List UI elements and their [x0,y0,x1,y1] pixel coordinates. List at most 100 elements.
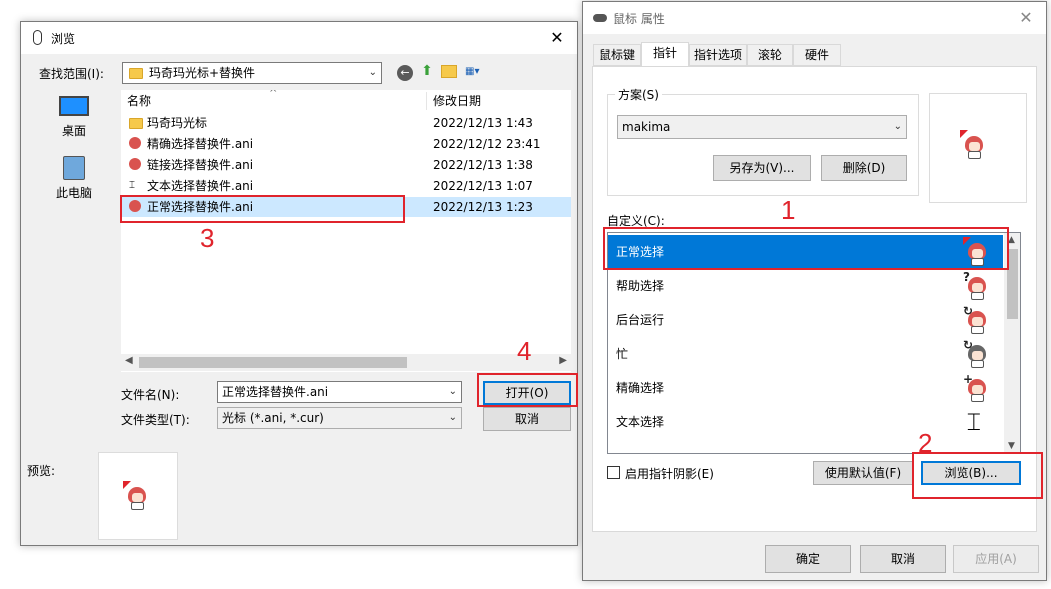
lookin-value: 玛奇玛光标+替换件 [149,66,256,80]
tab-hardware[interactable]: 硬件 [793,44,841,66]
tab-panel: 方案(S) makima ⌄ 另存为(V)... 删除(D) 自定义(C): 正… [592,66,1037,532]
ok-button[interactable]: 确定 [765,545,851,573]
working-in-background-cursor-icon: ↻ [963,305,991,335]
tab-pointers[interactable]: 指针 [641,42,689,67]
cursor-name: 帮助选择 [616,279,665,293]
file-name: 精确选择替换件.ani [147,137,254,151]
computer-icon [63,156,85,180]
apply-button: 应用(A) [953,545,1039,573]
delete-button[interactable]: 删除(D) [821,155,907,181]
scheme-value: makima [622,120,671,134]
filename-label: 文件名(N): [121,388,180,402]
save-as-button[interactable]: 另存为(V)... [713,155,811,181]
vertical-scrollbar[interactable]: ▲ ▼ [1004,233,1020,453]
file-row[interactable]: 玛奇玛光标 2022/12/13 1:43 [121,113,571,133]
file-row[interactable]: 链接选择替换件.ani 2022/12/13 1:38 [121,155,571,175]
file-row[interactable]: 精确选择替换件.ani 2022/12/12 23:41 [121,134,571,154]
mouse-icon [33,30,42,45]
cursor-row[interactable]: 忙 ↻ [608,337,1003,371]
scroll-right-icon[interactable]: ▶ [559,355,567,366]
place-this-pc-label: 此电脑 [55,186,92,200]
file-row-selected[interactable]: 正常选择替换件.ani 2022/12/13 1:23 [121,197,571,217]
cursor-row-selected[interactable]: 正常选择 [608,235,1003,269]
lookin-label: 查找范围(I): [39,67,104,81]
cursor-name: 精确选择 [616,381,665,395]
browse-button[interactable]: 浏览(B)... [921,461,1021,485]
place-this-pc[interactable]: 此电脑 [39,156,109,206]
precision-select-cursor-icon: + [963,373,991,403]
use-default-button[interactable]: 使用默认值(F) [813,461,913,485]
file-name: 链接选择替换件.ani [147,158,254,172]
file-name: 玛奇玛光标 [147,116,208,130]
filetype-label: 文件类型(T): [121,413,190,427]
cursor-name: 后台运行 [616,313,665,327]
cursor-name: 正常选择 [616,245,665,259]
horizontal-scrollbar[interactable]: ◀ ▶ [121,354,571,371]
file-row[interactable]: ⌶ 文本选择替换件.ani 2022/12/13 1:07 [121,176,571,196]
chevron-down-icon: ⌄ [893,121,902,132]
scroll-up-icon[interactable]: ▲ [1008,235,1015,245]
file-date: 2022/12/13 1:38 [433,158,533,172]
props-close-button[interactable]: ✕ [1014,6,1038,30]
column-date[interactable]: 修改日期 [433,90,481,112]
desktop-icon [59,96,89,116]
scheme-dropdown[interactable]: makima ⌄ [617,115,907,139]
scheme-label: 方案(S) [615,86,662,103]
scroll-down-icon[interactable]: ▼ [1008,441,1015,451]
cursor-row[interactable]: 帮助选择 ? [608,269,1003,303]
back-icon[interactable]: ← [397,65,413,81]
scrollbar-thumb[interactable] [1007,249,1018,319]
preview-cursor-icon [123,481,151,511]
preview-box [98,452,178,540]
filetype-dropdown[interactable]: 光标 (*.ani, *.cur) ⌄ [217,407,462,429]
normal-select-cursor-icon [963,237,991,267]
normal-cursor-icon [129,200,141,212]
file-name: 文本选择替换件.ani [147,179,254,193]
mouse-icon [593,14,607,22]
preview-label: 预览: [27,464,56,478]
tab-pointer-options[interactable]: 指针选项 [689,44,747,66]
pointer-preview-cursor-icon [960,130,988,160]
tab-wheel[interactable]: 滚轮 [747,44,793,66]
scrollbar-thumb[interactable] [139,357,407,368]
view-menu-icon[interactable]: ▦▾ [465,66,487,78]
cursor-name: 文本选择 [616,415,665,429]
open-button[interactable]: 打开(O) [483,381,571,405]
pointer-preview-box [929,93,1027,203]
lookin-dropdown[interactable]: 玛奇玛光标+替换件 ⌄ [122,62,382,84]
cursor-row[interactable]: 后台运行 ↻ [608,303,1003,337]
file-date: 2022/12/12 23:41 [433,137,541,151]
help-select-cursor-icon: ? [963,271,991,301]
column-divider [426,92,427,110]
places-bar: 桌面 此电脑 [39,92,119,212]
filename-value: 正常选择替换件.ani [222,385,329,399]
pointer-shadow-checkbox[interactable] [607,466,620,479]
filename-input[interactable]: 正常选择替换件.ani ⌄ [217,381,462,403]
cursor-name: 忙 [616,347,629,361]
file-date: 2022/12/13 1:43 [433,116,533,130]
busy-cursor-icon: ↻ [963,339,991,369]
file-name: 正常选择替换件.ani [147,200,254,214]
filetype-value: 光标 (*.ani, *.cur) [222,411,324,425]
folder-icon [129,68,143,79]
browse-title: 浏览 [51,32,76,46]
chevron-down-icon: ⌄ [368,67,377,78]
file-list: 名称 ^ 修改日期 玛奇玛光标 2022/12/13 1:43 精确选择替换件.… [121,90,571,372]
up-folder-icon[interactable]: ⬆ [419,63,435,79]
place-desktop[interactable]: 桌面 [39,96,109,146]
folder-icon [129,118,143,129]
browse-dialog: 浏览 ✕ 查找范围(I): 玛奇玛光标+替换件 ⌄ ← ⬆ ▦▾ 桌面 此电脑 … [20,21,578,546]
cancel-button[interactable]: 取消 [483,407,571,431]
props-cancel-button[interactable]: 取消 [860,545,946,573]
text-select-cursor-icon: ⌶ [966,408,981,436]
cursor-row[interactable]: 精确选择 + [608,371,1003,405]
pointer-shadow-label: 启用指针阴影(E) [625,467,714,481]
text-cursor-icon: ⌶ [129,180,135,191]
props-titlebar: 鼠标 属性 ✕ [583,2,1046,34]
scroll-left-icon[interactable]: ◀ [125,355,133,366]
cursor-row[interactable]: 文本选择 ⌶ [608,405,1003,439]
new-folder-icon[interactable] [441,65,457,78]
tab-buttons[interactable]: 鼠标键 [593,44,641,66]
column-name[interactable]: 名称 [127,90,151,112]
browse-close-button[interactable]: ✕ [545,26,569,50]
